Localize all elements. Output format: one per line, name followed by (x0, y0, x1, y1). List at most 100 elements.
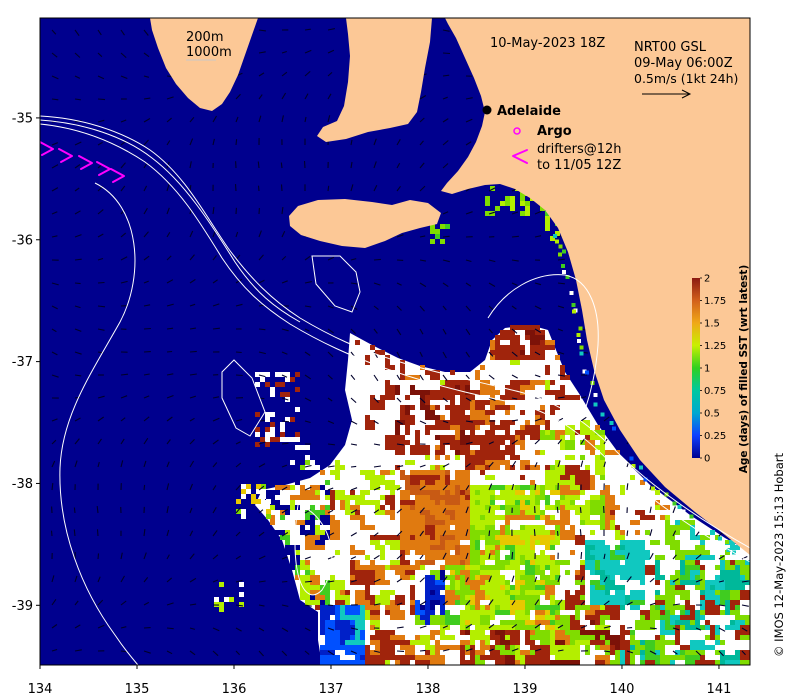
sst-pixel (470, 515, 475, 520)
sst-pixel (610, 580, 615, 585)
sst-pixel (410, 510, 415, 515)
sst-pixel (615, 635, 620, 640)
sst-pixel (505, 660, 510, 665)
sst-pixel (695, 570, 700, 575)
sst-pixel (380, 655, 385, 660)
sst-pixel (530, 430, 535, 435)
sst-pixel (435, 650, 440, 655)
sst-pixel (475, 440, 480, 445)
sst-pixel (675, 540, 680, 545)
sst-pixel (440, 495, 445, 500)
sst-pixel (690, 555, 695, 560)
sst-pixel (605, 595, 610, 600)
sst-pixel (310, 525, 315, 530)
sst-pixel (445, 455, 450, 460)
sst-pixel (455, 575, 460, 580)
sst-pixel (565, 375, 570, 380)
sst-pixel (385, 385, 390, 390)
sst-pixel (590, 500, 595, 505)
sst-pixel (595, 590, 600, 595)
sst-pixel (590, 630, 595, 635)
sst-pixel (565, 445, 570, 450)
sst-pixel (585, 545, 590, 550)
sst-pixel (540, 565, 545, 570)
sst-pixel (530, 490, 535, 495)
sst-pixel (470, 540, 475, 545)
sst-pixel (280, 505, 285, 510)
sst-pixel (385, 535, 390, 540)
sst-pixel (660, 635, 665, 640)
sst-pixel (475, 555, 480, 560)
sst-pixel (640, 510, 645, 515)
sst-pixel (480, 490, 485, 495)
sst-pixel (445, 405, 450, 410)
sst-pixel (495, 660, 500, 665)
sst-pixel (660, 650, 665, 655)
sst-pixel (425, 585, 430, 590)
sst-pixel (330, 610, 335, 615)
sst-pixel (490, 400, 495, 405)
sst-pixel (490, 570, 495, 575)
sst-pixel (390, 510, 395, 515)
sst-pixel (330, 500, 335, 505)
sst-pixel (505, 485, 510, 490)
sst-pixel (425, 515, 430, 520)
city-label: Adelaide (497, 104, 561, 119)
sst-pixel (545, 615, 550, 620)
sst-pixel (575, 395, 580, 400)
sst-pixel (420, 495, 425, 500)
sst-pixel (505, 450, 510, 455)
sst-pixel (485, 620, 490, 625)
coastal-sst-pixel (562, 249, 566, 254)
sst-pixel (530, 380, 535, 385)
sst-pixel (525, 600, 530, 605)
sst-pixel (700, 660, 705, 665)
sst-pixel (730, 545, 735, 550)
sst-pixel (355, 615, 360, 620)
sst-pixel (530, 345, 535, 350)
sst-pixel (455, 470, 460, 475)
sst-pixel (545, 520, 550, 525)
sst-pixel (490, 590, 495, 595)
sst-pixel (615, 645, 620, 650)
sst-pixel (425, 505, 430, 510)
sst-pixel (535, 530, 540, 535)
sst-pixel (485, 475, 490, 480)
sst-pixel (565, 500, 570, 505)
sst-pixel (370, 655, 375, 660)
sst-pixel (445, 470, 450, 475)
sst-pixel (400, 365, 405, 370)
sst-pixel (485, 400, 490, 405)
sst-pixel (405, 515, 410, 520)
sst-pixel (510, 201, 515, 206)
sst-pixel (410, 590, 415, 595)
current-arrow (143, 484, 146, 491)
sst-pixel (465, 495, 470, 500)
sst-pixel (510, 435, 515, 440)
sst-pixel (465, 455, 470, 460)
sst-pixel (525, 580, 530, 585)
sst-pixel (400, 655, 405, 660)
sst-pixel (325, 490, 330, 495)
sst-pixel (435, 435, 440, 440)
y-tick-label: -35 (12, 111, 33, 126)
sst-pixel (355, 505, 360, 510)
sst-pixel (485, 565, 490, 570)
sst-pixel (360, 645, 365, 650)
sst-pixel (445, 500, 450, 505)
sst-pixel (690, 530, 695, 535)
sst-pixel (360, 650, 365, 655)
sst-pixel (535, 590, 540, 595)
sst-pixel (675, 630, 680, 635)
sst-pixel (515, 580, 520, 585)
sst-pixel (655, 655, 660, 660)
current-arrow (235, 351, 242, 354)
sst-pixel (475, 490, 480, 495)
sst-pixel (500, 540, 505, 545)
current-arrow (235, 374, 243, 377)
x-tick-label: 139 (513, 682, 538, 697)
sst-pixel (540, 585, 545, 590)
sst-pixel (480, 630, 485, 635)
sst-pixel (525, 425, 530, 430)
sst-pixel (690, 550, 695, 555)
